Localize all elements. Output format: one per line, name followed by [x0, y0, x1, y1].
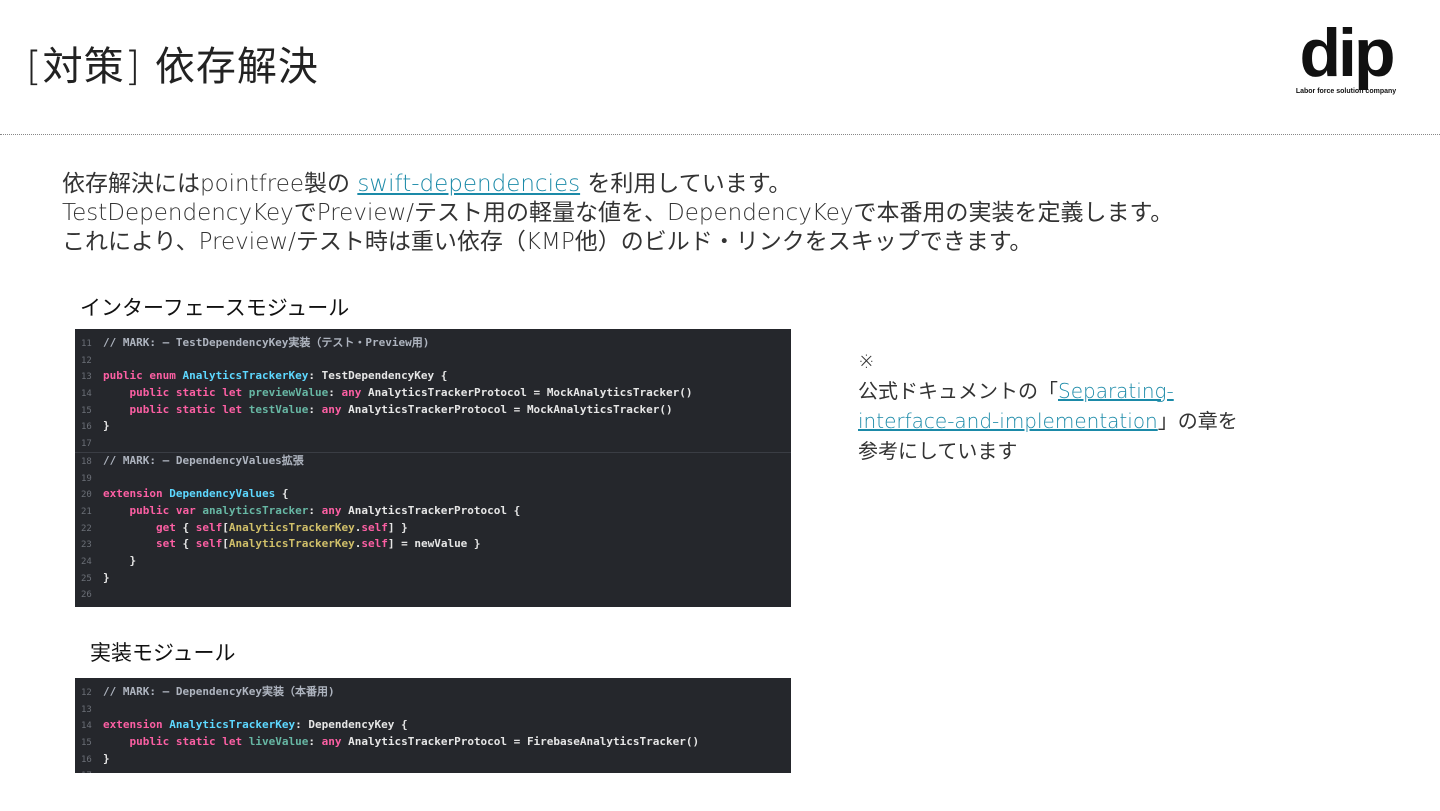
line-number: 17	[75, 768, 103, 773]
code-line: 22 get { self[AnalyticsTrackerKey.self] …	[75, 520, 791, 537]
code-text: get { self[AnalyticsTrackerKey.self] }	[155, 520, 408, 534]
company-logo: dip Labor force solution company	[1276, 15, 1416, 95]
code-line: 16}	[75, 418, 791, 435]
code-line: 11 // MARK: – TestDependencyKey実装（テスト・Pre…	[75, 335, 791, 352]
code-text: extension AnalyticsTrackerKey: Dependenc…	[103, 718, 408, 732]
code-text: public static let liveValue: any Analyti…	[129, 735, 700, 749]
line-number: 21	[81, 506, 92, 517]
header-divider	[0, 134, 1440, 135]
intro-line-2: TestDependencyKeyでPreview/テスト用の軽量な値を、Dep…	[62, 200, 1174, 226]
note-line-2-suffix: 」の章を	[1157, 409, 1238, 433]
line-number: 12	[81, 688, 92, 698]
line-number: 18	[81, 456, 92, 467]
interface-code-block: 11 // MARK: – TestDependencyKey実装（テスト・Pre…	[75, 329, 791, 607]
code-line: 15 public static let testValue: any Anal…	[75, 402, 791, 419]
logo-tagline: Labor force solution company	[1295, 88, 1397, 95]
separating-interface-link-part2[interactable]: interface-and-implementation	[858, 409, 1158, 433]
code-text: }	[103, 553, 137, 567]
code-line: 26	[75, 586, 791, 603]
code-text: extension DependencyValues {	[103, 487, 289, 501]
page-title: [対策] 依存解決	[26, 44, 319, 90]
code-text: // MARK: – DependencyKey実装（本番用)	[103, 685, 335, 698]
reference-note: ※ 公式ドキュメントの「Separating- interface-and-im…	[858, 346, 1238, 466]
code-line: 20 extension DependencyValues {	[75, 486, 791, 503]
line-number: 19	[81, 473, 92, 484]
code-text: public enum AnalyticsTrackerKey: TestDep…	[103, 369, 448, 383]
swift-dependencies-link[interactable]: swift-dependencies	[357, 171, 580, 197]
line-number: 24	[81, 556, 92, 567]
code-line: 13 public enum AnalyticsTrackerKey: TestD…	[75, 368, 791, 385]
code-line: 24 }	[75, 553, 791, 570]
code-text: public static let previewValue: any Anal…	[129, 386, 693, 400]
line-number: 26	[81, 590, 92, 601]
code-line: 19	[75, 470, 791, 487]
code-line: 18 // MARK: – DependencyValues拡張	[75, 451, 791, 470]
line-number: 13	[81, 372, 92, 383]
line-number: 20	[81, 490, 92, 501]
separating-interface-link-part1[interactable]: Separating-	[1058, 379, 1174, 403]
code-text: }	[103, 570, 110, 584]
line-number: 25	[81, 573, 92, 584]
intro-line-1: 依存解決にはpointfree製の swift-dependencies を利用…	[62, 170, 1173, 199]
line-number: 14	[81, 721, 92, 732]
intro-line-1-suffix: を利用しています。	[580, 171, 792, 197]
interface-module-heading: インターフェースモジュール	[80, 296, 350, 320]
code-line: 17	[75, 767, 791, 773]
code-line: 17	[75, 435, 791, 452]
line-number: 16	[81, 422, 92, 433]
code-line: 12 // MARK: – DependencyKey実装（本番用)	[75, 684, 791, 701]
note-mark: ※	[858, 349, 875, 373]
line-number: 22	[81, 523, 92, 534]
note-line-1-prefix: 公式ドキュメントの「	[858, 379, 1058, 403]
code-line: 15 public static let liveValue: any Anal…	[75, 734, 791, 751]
implementation-code-block: 12 // MARK: – DependencyKey実装（本番用) 13 14 ext…	[75, 678, 791, 773]
code-text: public static let testValue: any Analyti…	[129, 402, 673, 416]
code-line: 25}	[75, 570, 791, 587]
note-line-1: 公式ドキュメントの「Separating-	[858, 376, 1238, 406]
line-number: 13	[81, 704, 92, 715]
code-line: 12	[75, 352, 791, 369]
intro-line-1-prefix: 依存解決にはpointfree製の	[62, 171, 358, 197]
logo-wordmark: dip	[1299, 15, 1396, 91]
line-number: 16	[81, 754, 92, 765]
code-text: }	[103, 751, 110, 765]
line-number: 14	[81, 389, 92, 400]
code-text: }	[103, 419, 110, 433]
code-text: set { self[AnalyticsTrackerKey.self] = n…	[155, 537, 481, 551]
code-line: 16}	[75, 751, 791, 768]
note-line-2: interface-and-implementation」の章を	[858, 406, 1238, 436]
code-text: public var analyticsTracker: any Analyti…	[129, 503, 521, 517]
implementation-module-heading: 実装モジュール	[90, 641, 236, 665]
note-line-3: 参考にしています	[858, 439, 1018, 463]
code-line: 14 extension AnalyticsTrackerKey: Depende…	[75, 717, 791, 734]
line-number: 12	[81, 355, 92, 366]
line-number: 17	[81, 439, 92, 450]
intro-line-3: これにより、Preview/テスト時は重い依存（KMP他）のビルド・リンクをスキ…	[62, 229, 1033, 255]
code-line: 13	[75, 701, 791, 718]
line-number: 23	[81, 540, 92, 551]
code-line: 23 set { self[AnalyticsTrackerKey.self] …	[75, 536, 791, 553]
code-text: // MARK: – TestDependencyKey実装（テスト・Previ…	[103, 336, 430, 349]
line-number: 11	[81, 339, 92, 349]
code-line: 14 public static let previewValue: any A…	[75, 385, 791, 402]
line-number: 15	[81, 738, 92, 749]
line-number: 15	[81, 405, 92, 416]
code-text: // MARK: – DependencyValues拡張	[103, 453, 304, 467]
code-line: 21 public var analyticsTracker: any Anal…	[75, 503, 791, 520]
intro-text: 依存解決にはpointfree製の swift-dependencies を利用…	[62, 170, 1173, 257]
